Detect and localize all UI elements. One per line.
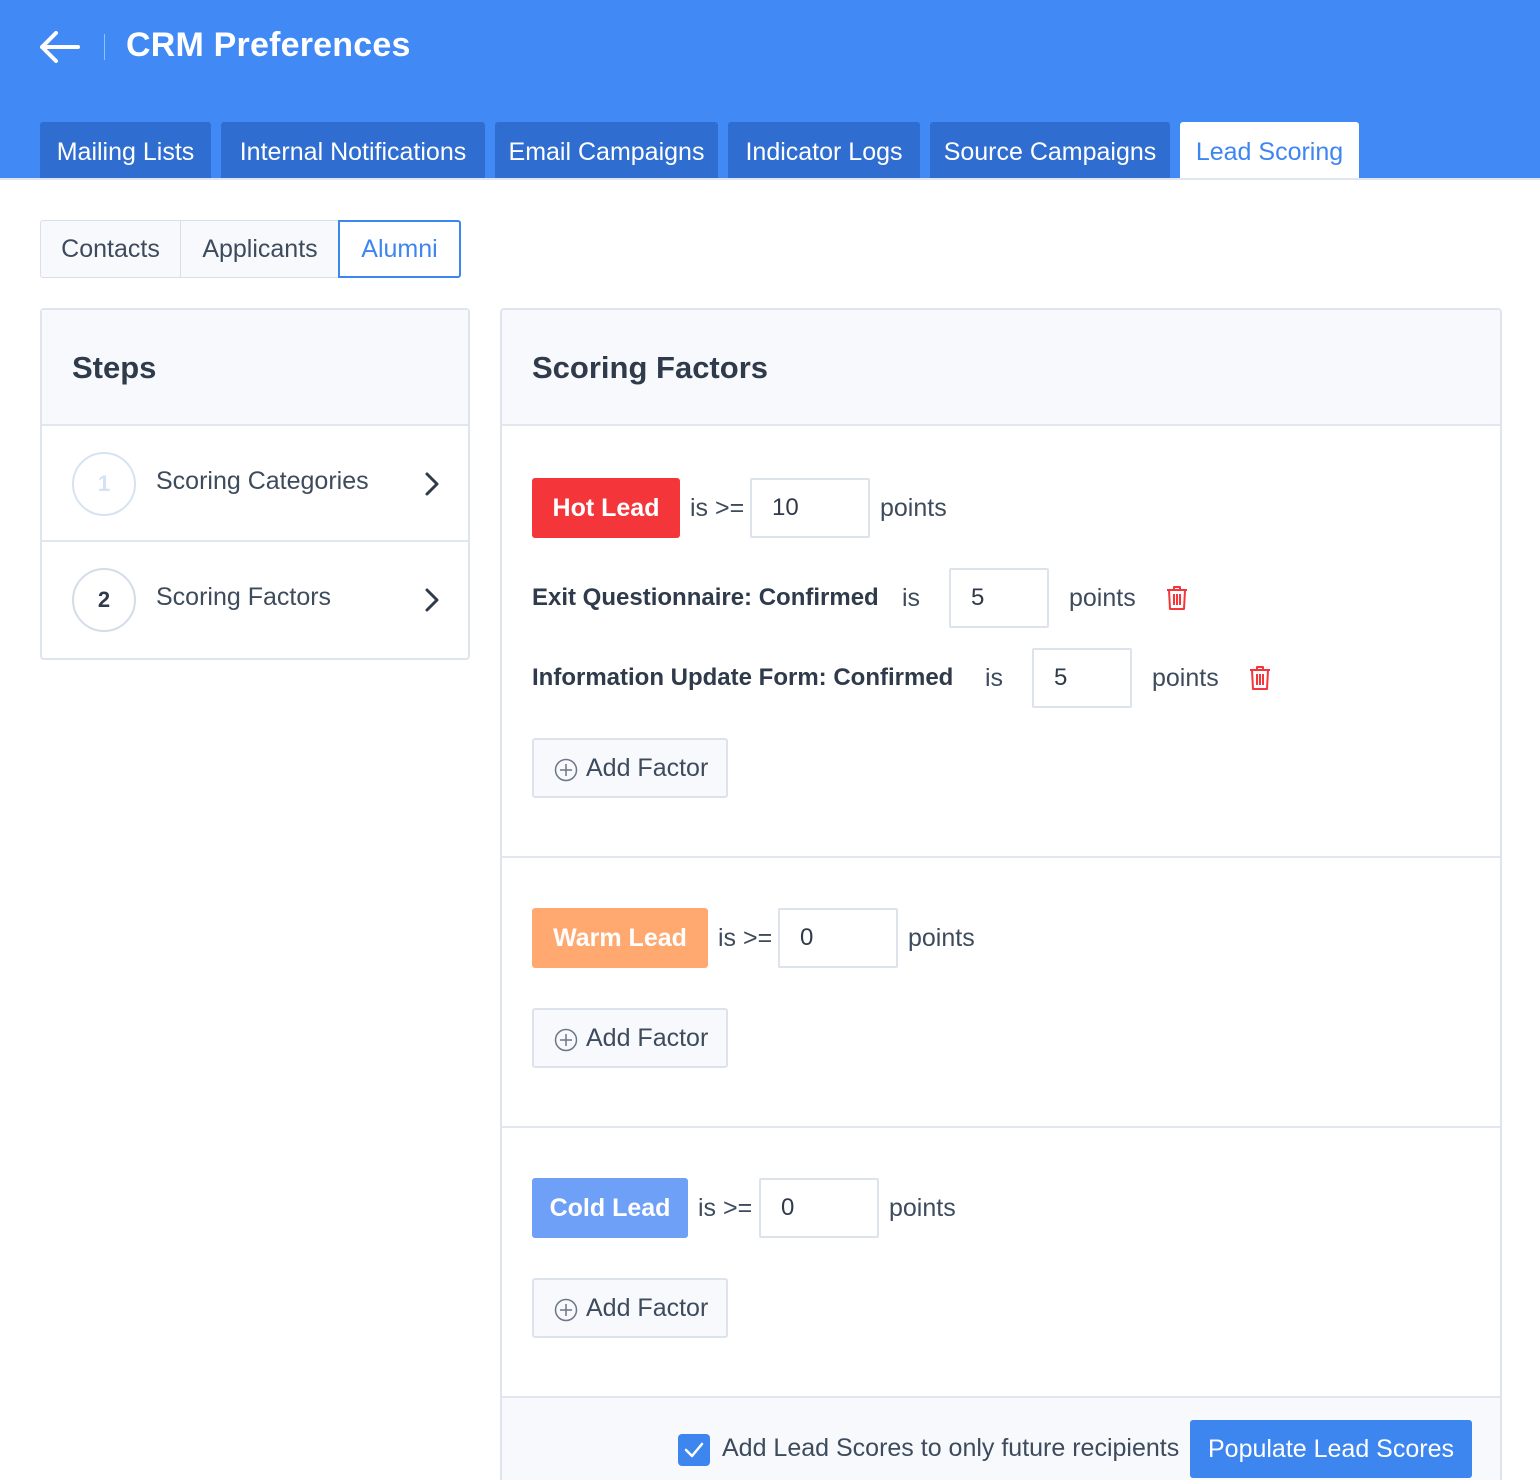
trash-icon[interactable] — [1249, 665, 1271, 691]
plus-circle-icon — [554, 1298, 578, 1322]
plus-circle-icon — [554, 1028, 578, 1052]
chevron-right-icon — [425, 588, 439, 612]
tab-indicator-logs[interactable]: Indicator Logs — [728, 122, 920, 178]
scoring-title: Scoring Factors — [532, 350, 768, 385]
tab-internal-notifications[interactable]: Internal Notifications — [221, 122, 485, 178]
future-recipients-label: Add Lead Scores to only future recipient… — [722, 1434, 1180, 1462]
warm-lead-badge: Warm Lead — [532, 908, 708, 968]
add-factor-label: Add Factor — [586, 754, 709, 782]
segment-contacts[interactable]: Contacts — [40, 220, 181, 278]
operator-label: is >= — [718, 924, 773, 952]
add-factor-label: Add Factor — [586, 1294, 709, 1322]
arrow-left-icon[interactable] — [38, 28, 80, 66]
hot-lead-threshold-input[interactable] — [750, 478, 870, 538]
tab-lead-scoring[interactable]: Lead Scoring — [1180, 122, 1359, 178]
points-label: points — [908, 924, 975, 952]
tab-underline — [0, 178, 1540, 180]
operator-label: is >= — [698, 1194, 753, 1222]
scoring-factors-panel: Scoring Factors Hot Lead is >= points Ex… — [500, 308, 1502, 1480]
trash-icon[interactable] — [1166, 585, 1188, 611]
section-divider — [502, 1126, 1500, 1128]
check-icon — [684, 1442, 704, 1458]
chevron-right-icon — [425, 472, 439, 496]
hot-lead-badge: Hot Lead — [532, 478, 680, 538]
section-divider — [502, 856, 1500, 858]
add-factor-button[interactable]: Add Factor — [532, 1008, 728, 1068]
points-label: points — [1152, 664, 1219, 692]
future-recipients-checkbox[interactable] — [678, 1434, 710, 1466]
step-label: Scoring Factors — [156, 583, 332, 611]
factor-label: Exit Questionnaire: Confirmed — [532, 584, 879, 611]
segment-alumni[interactable]: Alumni — [338, 220, 461, 278]
cold-lead-threshold-input[interactable] — [759, 1178, 879, 1238]
operator-label: is — [985, 664, 1004, 692]
points-label: points — [1069, 584, 1136, 612]
step-number: 1 — [72, 452, 136, 516]
step-scoring-categories[interactable]: 1 Scoring Categories — [42, 426, 468, 542]
populate-lead-scores-button[interactable]: Populate Lead Scores — [1190, 1420, 1472, 1478]
page-title: CRM Preferences — [126, 26, 411, 64]
tab-email-campaigns[interactable]: Email Campaigns — [495, 122, 718, 178]
operator-label: is >= — [690, 494, 745, 522]
step-scoring-factors[interactable]: 2 Scoring Factors — [42, 542, 468, 658]
warm-lead-threshold-input[interactable] — [778, 908, 898, 968]
header-divider — [104, 34, 105, 60]
step-number: 2 — [72, 568, 136, 632]
factor-value-input[interactable] — [949, 568, 1049, 628]
steps-title: Steps — [72, 350, 157, 385]
points-label: points — [889, 1194, 956, 1222]
factor-label: Information Update Form: Confirmed — [532, 664, 954, 691]
segment-applicants[interactable]: Applicants — [180, 220, 340, 278]
steps-header: Steps — [42, 310, 468, 426]
plus-circle-icon — [554, 758, 578, 782]
add-factor-button[interactable]: Add Factor — [532, 1278, 728, 1338]
scoring-header: Scoring Factors — [502, 310, 1500, 426]
add-factor-label: Add Factor — [586, 1024, 709, 1052]
steps-panel: Steps 1 Scoring Categories 2 Scoring Fac… — [40, 308, 470, 660]
tab-source-campaigns[interactable]: Source Campaigns — [930, 122, 1170, 178]
panel-footer: Add Lead Scores to only future recipient… — [502, 1398, 1500, 1480]
operator-label: is — [902, 584, 921, 612]
points-label: points — [880, 494, 947, 522]
add-factor-button[interactable]: Add Factor — [532, 738, 728, 798]
cold-lead-badge: Cold Lead — [532, 1178, 688, 1238]
top-header: CRM Preferences Mailing Lists Internal N… — [0, 0, 1540, 178]
tab-mailing-lists[interactable]: Mailing Lists — [40, 122, 211, 178]
step-label: Scoring Categories — [156, 467, 369, 495]
factor-value-input[interactable] — [1032, 648, 1132, 708]
